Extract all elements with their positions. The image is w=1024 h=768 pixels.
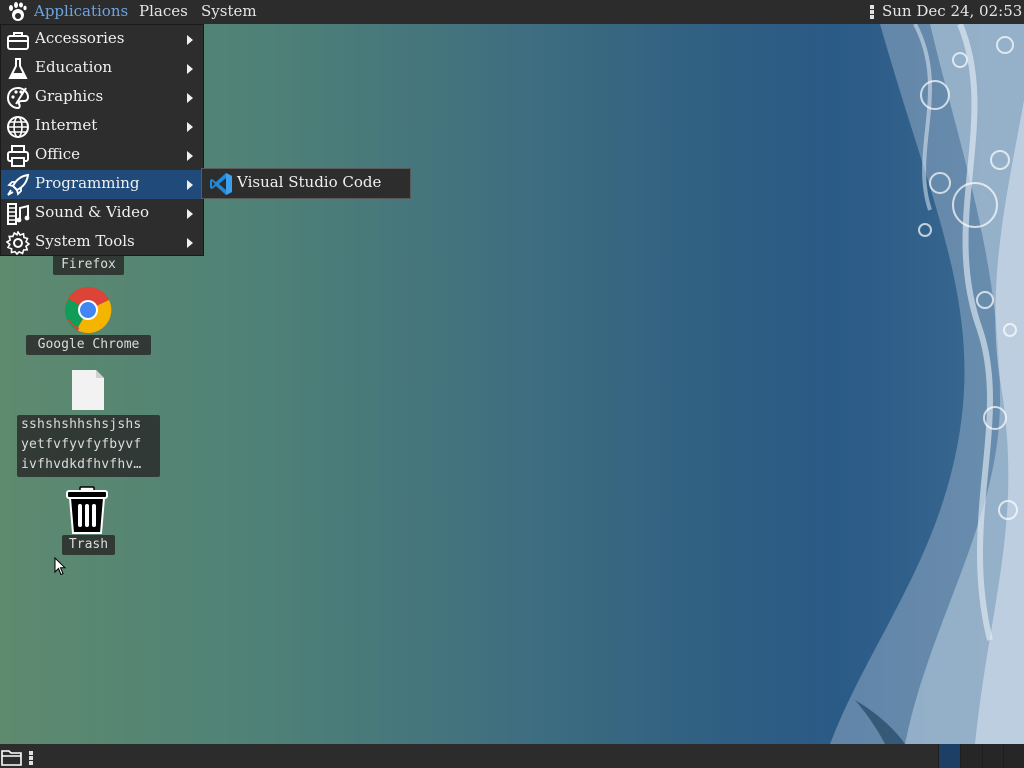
panel-handle-icon[interactable] <box>28 750 34 766</box>
file-label-line: yetfvfyvfyfbyvf <box>21 437 142 452</box>
palette-icon <box>6 86 30 110</box>
menu-item-label: Visual Studio Code <box>237 173 382 191</box>
submenu-arrow-icon <box>187 238 193 248</box>
submenu-arrow-icon <box>187 209 193 219</box>
workspace-2[interactable] <box>960 744 982 768</box>
desktop-icon-chrome-label[interactable]: Google Chrome <box>26 335 151 355</box>
workspace-1[interactable] <box>938 744 960 768</box>
menu-item-system-tools[interactable]: System Tools <box>1 228 203 257</box>
workspace-4[interactable] <box>1003 744 1024 768</box>
vscode-icon <box>210 173 232 195</box>
menu-item-label: Internet <box>35 116 98 134</box>
rocket-icon <box>7 173 30 196</box>
applications-menu: Accessories Education Graphics Internet <box>0 24 204 256</box>
menu-item-accessories[interactable]: Accessories <box>1 25 203 54</box>
gear-icon <box>6 231 30 255</box>
menu-item-label: Graphics <box>35 87 104 105</box>
menu-item-label: Programming <box>35 174 140 192</box>
menu-item-label: System Tools <box>35 232 135 250</box>
file-label-line: sshshshhshsjshs <box>21 417 142 432</box>
submenu-arrow-icon <box>187 64 193 74</box>
workspace-3[interactable] <box>982 744 1004 768</box>
submenu-arrow-icon <box>187 93 193 103</box>
places-menu-button[interactable]: Places <box>139 0 188 24</box>
menu-item-label: Accessories <box>35 29 125 47</box>
globe-icon <box>7 116 29 138</box>
desktop-icon-firefox-label[interactable]: Firefox <box>53 255 124 275</box>
menu-item-label: Education <box>35 58 113 76</box>
google-chrome-icon[interactable] <box>64 286 112 334</box>
text-file-icon[interactable] <box>70 368 106 412</box>
menu-item-label: Sound & Video <box>35 203 149 221</box>
flask-icon <box>8 58 28 79</box>
desktop-icon-trash-label[interactable]: Trash <box>62 535 115 555</box>
system-menu-button[interactable]: System <box>201 0 257 24</box>
menu-item-education[interactable]: Education <box>1 54 203 83</box>
toolbox-icon <box>7 32 29 50</box>
menu-item-internet[interactable]: Internet <box>1 112 203 141</box>
mouse-cursor-icon <box>54 557 66 576</box>
gnome-foot-icon[interactable] <box>6 2 28 22</box>
media-icon <box>7 203 30 225</box>
menu-item-office[interactable]: Office <box>1 141 203 170</box>
submenu-arrow-icon <box>187 180 193 190</box>
panel-handle-icon[interactable] <box>869 4 875 20</box>
top-panel: Applications Places System Sun Dec 24, 0… <box>0 0 1024 24</box>
clock[interactable]: Sun Dec 24, 02:53 <box>882 0 1022 22</box>
submenu-arrow-icon <box>187 122 193 132</box>
show-desktop-icon[interactable] <box>1 747 23 767</box>
file-label-line: ivfhvdkdfhvfhv… <box>21 457 142 472</box>
printer-icon <box>7 145 29 167</box>
programming-submenu: Visual Studio Code <box>201 168 411 199</box>
bottom-panel <box>0 744 1024 768</box>
menu-item-label: Office <box>35 145 81 163</box>
trash-icon[interactable] <box>64 485 110 535</box>
desktop-icon-file-label[interactable]: sshshshhshsjshs yetfvfyvfyfbyvf ivfhvdkd… <box>17 415 160 477</box>
menu-item-graphics[interactable]: Graphics <box>1 83 203 112</box>
menu-item-visual-studio-code[interactable]: Visual Studio Code <box>202 169 410 198</box>
menu-item-programming[interactable]: Programming <box>1 170 203 199</box>
applications-menu-button[interactable]: Applications <box>34 0 128 24</box>
menu-item-sound-video[interactable]: Sound & Video <box>1 199 203 228</box>
submenu-arrow-icon <box>187 151 193 161</box>
submenu-arrow-icon <box>187 35 193 45</box>
